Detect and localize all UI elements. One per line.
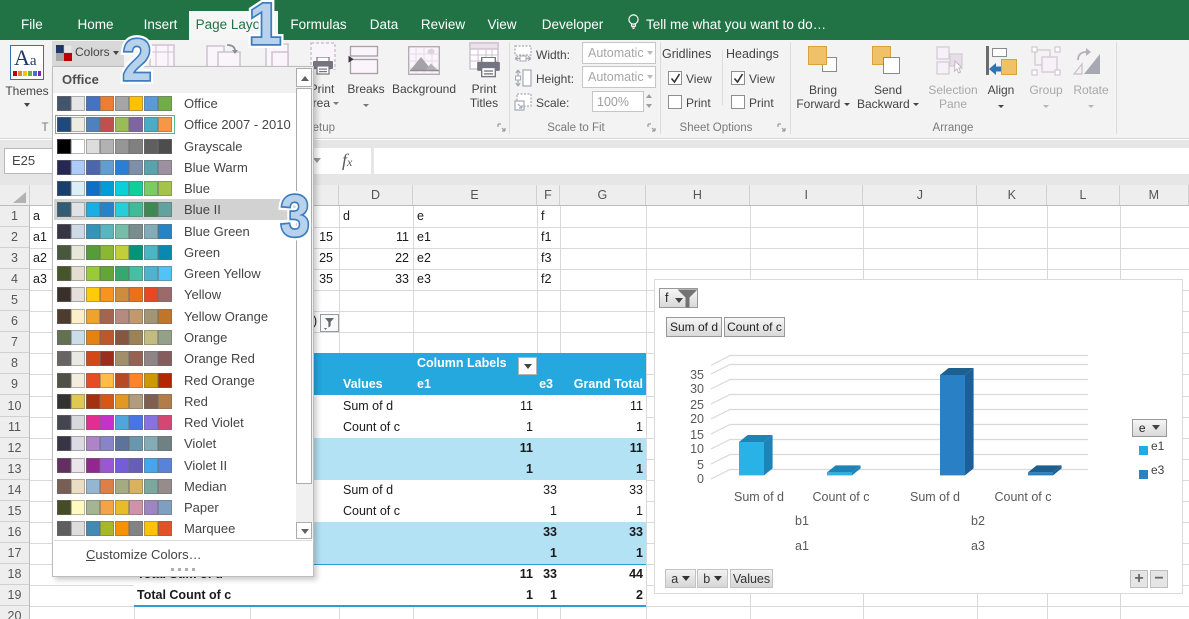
svg-text:2: 2 bbox=[123, 28, 152, 93]
svg-text:3: 3 bbox=[281, 184, 310, 249]
svg-text:1: 1 bbox=[249, 0, 281, 57]
